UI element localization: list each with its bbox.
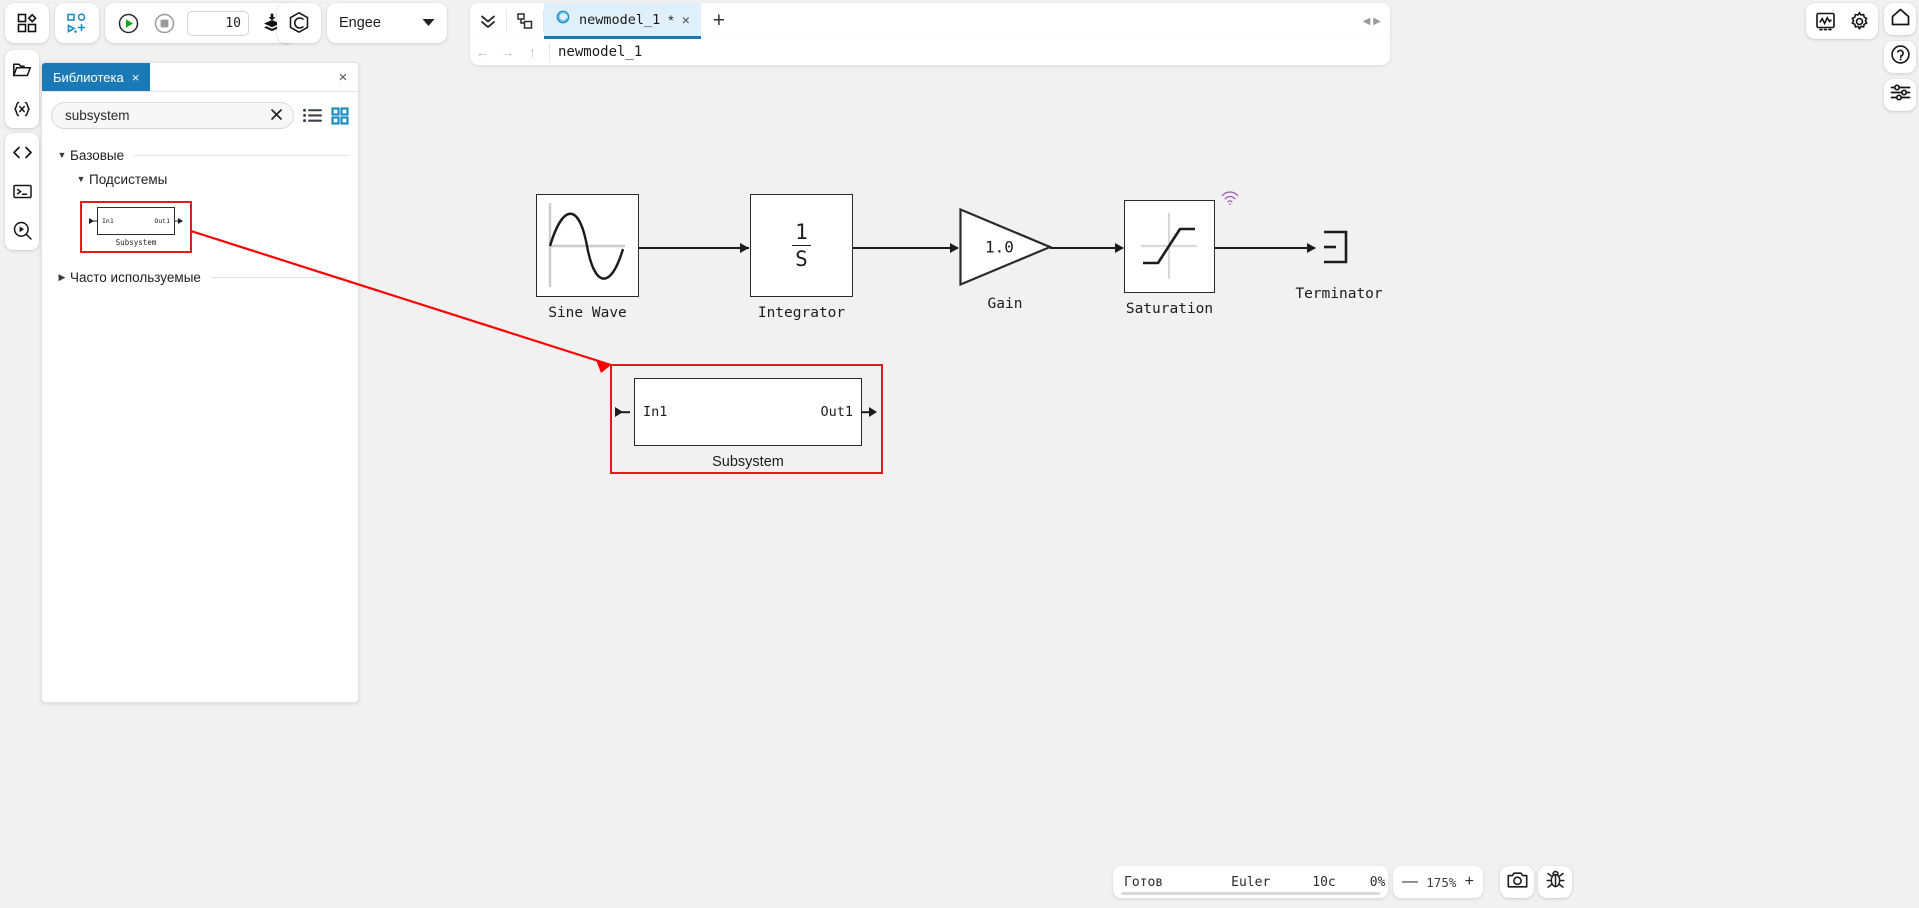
block-label: Saturation xyxy=(1125,301,1214,317)
annotation-arrow xyxy=(190,229,612,373)
wire-sine-to-integrator xyxy=(639,247,749,249)
home-icon xyxy=(1890,7,1911,32)
block-saturation[interactable]: Saturation xyxy=(1124,191,1239,317)
model-canvas[interactable]: Sine Wave 1 S Integrator 1.0 Gain Satura… xyxy=(0,0,1919,908)
subsystem-in-label: In1 xyxy=(643,404,668,420)
wire-gain-to-saturation xyxy=(1050,247,1123,249)
block-gain[interactable]: 1.0 Gain xyxy=(959,207,1053,312)
gain-value: 1.0 xyxy=(985,237,1014,257)
progress-bar xyxy=(1121,892,1380,895)
debug-button[interactable] xyxy=(1538,866,1572,898)
zoom-in-button[interactable]: + xyxy=(1465,874,1474,890)
terminator-icon xyxy=(1324,230,1348,264)
block-body: 1 S xyxy=(750,194,853,297)
block-label: Terminator xyxy=(1295,286,1383,302)
camera-icon xyxy=(1507,870,1528,894)
help-button[interactable] xyxy=(1884,41,1916,73)
zoom-level: 175% xyxy=(1426,874,1457,890)
output-port-arrow xyxy=(869,407,877,417)
status-solver: Euler xyxy=(1231,874,1271,890)
subsystem-out-label: Out1 xyxy=(820,404,853,420)
status-time: 10с xyxy=(1312,874,1336,890)
wireless-signal-icon xyxy=(1220,189,1240,211)
help-icon xyxy=(1890,44,1911,70)
integrator-numerator: 1 xyxy=(795,219,808,244)
engee-model-editor: 10 Engee Библиотека × × subsystem ▼ Базо… xyxy=(0,0,1919,908)
integrator-denominator: S xyxy=(795,247,808,272)
status-bar: Готов Euler 10с 0% xyxy=(1113,866,1388,898)
gear-icon[interactable] xyxy=(1843,5,1875,37)
block-label: Integrator xyxy=(757,305,846,321)
zoom-out-button[interactable]: — xyxy=(1402,874,1418,890)
status-progress-text: 0% xyxy=(1369,874,1386,890)
input-port-arrow xyxy=(615,407,623,417)
block-body xyxy=(1124,200,1215,293)
scope-icon[interactable] xyxy=(1809,5,1841,37)
block-label: Gain xyxy=(987,296,1023,312)
block-body xyxy=(536,194,639,297)
snapshot-button[interactable] xyxy=(1500,866,1534,898)
fraction-bar xyxy=(792,244,811,247)
block-terminator[interactable]: Terminator xyxy=(1295,228,1383,302)
zoom-controls: — 175% + xyxy=(1393,866,1483,898)
wire-arrow xyxy=(950,243,959,253)
sine-wave-icon xyxy=(548,203,625,287)
wire-saturation-to-terminator xyxy=(1215,247,1315,249)
wire-integrator-to-gain xyxy=(853,247,958,249)
block-sine-wave[interactable]: Sine Wave xyxy=(536,194,639,321)
block-label: Sine Wave xyxy=(548,305,627,321)
home-button[interactable] xyxy=(1884,3,1916,35)
top-right-group xyxy=(1806,3,1878,39)
wire-arrow xyxy=(1115,243,1124,253)
block-integrator[interactable]: 1 S Integrator xyxy=(750,194,853,321)
block-subsystem[interactable]: In1 Out1 xyxy=(615,378,877,446)
wire-arrow xyxy=(740,243,749,253)
preferences-button[interactable] xyxy=(1884,79,1916,111)
status-state: Готов xyxy=(1124,874,1164,890)
sliders-icon xyxy=(1890,83,1911,107)
saturation-curve-icon xyxy=(1141,213,1197,279)
subsystem-label: Subsystem xyxy=(712,454,784,470)
bug-icon xyxy=(1545,869,1566,895)
wire-arrow xyxy=(1307,243,1316,253)
